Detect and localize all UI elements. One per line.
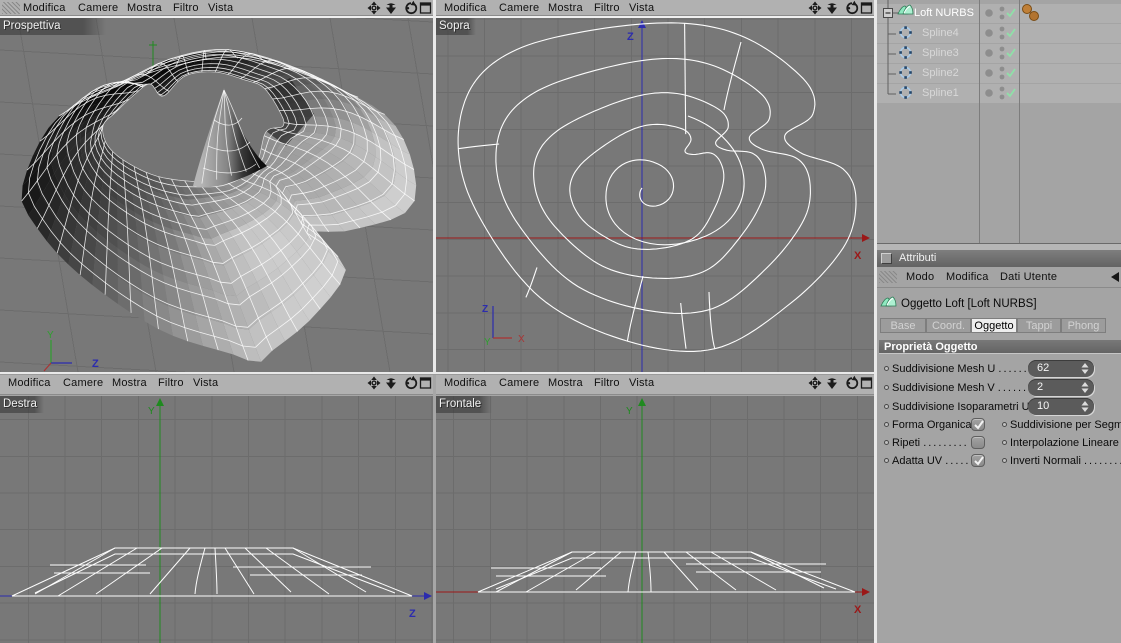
svg-text:Z: Z (627, 31, 634, 43)
svg-text:Z: Z (92, 358, 99, 370)
svg-text:X: X (854, 604, 862, 616)
svg-text:Y: Y (47, 330, 54, 341)
svg-text:Y: Y (626, 406, 633, 417)
svg-text:Y: Y (148, 406, 155, 417)
svg-text:Z: Z (409, 608, 416, 620)
svg-text:Y: Y (484, 337, 491, 348)
svg-text:Z: Z (482, 304, 488, 315)
svg-text:X: X (518, 334, 525, 345)
svg-text:X: X (854, 250, 862, 262)
